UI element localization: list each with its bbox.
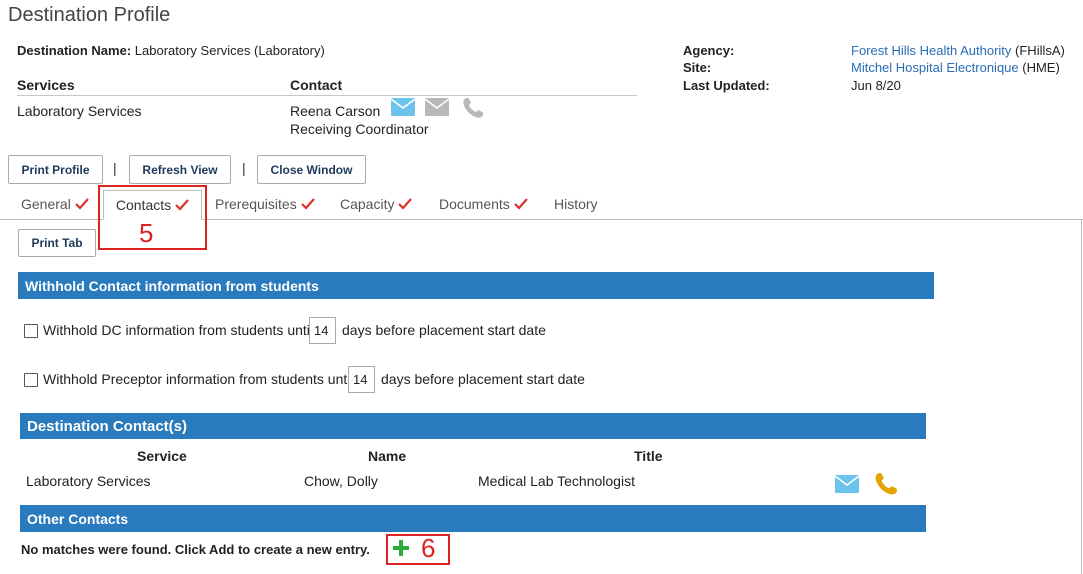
- tab-label: Capacity: [340, 196, 395, 212]
- tab-history[interactable]: History: [554, 196, 598, 212]
- table-row: Laboratory Services Chow, Dolly Medical …: [20, 466, 926, 500]
- site-link[interactable]: Mitchel Hospital Electronique: [851, 60, 1019, 75]
- site-code: (HME): [1022, 60, 1060, 75]
- withhold-dc-checkbox[interactable]: [24, 324, 38, 338]
- no-matches-message: No matches were found. Click Add to crea…: [21, 542, 370, 557]
- page-title: Destination Profile: [8, 4, 171, 26]
- withhold-section-header: Withhold Contact information from studen…: [18, 272, 934, 299]
- annotation-label-5: 5: [139, 218, 154, 248]
- print-profile-button[interactable]: Print Profile: [8, 155, 103, 184]
- tab-label: Contacts: [115, 197, 172, 213]
- destination-name-value: Laboratory Services (Laboratory): [134, 43, 325, 58]
- envelope-icon[interactable]: [391, 98, 415, 116]
- withhold-dc-days-input[interactable]: 14: [309, 317, 336, 344]
- toolbar-separator: |: [113, 160, 117, 176]
- row-title: Medical Lab Technologist: [478, 473, 635, 489]
- phone-icon[interactable]: [873, 471, 899, 497]
- contact-name: Reena Carson: [290, 103, 381, 119]
- checkmark-icon: [300, 198, 315, 210]
- site-row: Mitchel Hospital Electronique (HME): [851, 60, 1060, 75]
- destination-name-label: Destination Name: [17, 43, 127, 58]
- tab-label: General: [21, 196, 71, 212]
- tab-label: History: [554, 196, 598, 212]
- checkmark-icon: [514, 198, 528, 210]
- refresh-view-button[interactable]: Refresh View: [129, 155, 231, 184]
- agency-row: Forest Hills Health Authority (FHillsA): [851, 43, 1065, 58]
- print-tab-button[interactable]: Print Tab: [18, 229, 96, 257]
- envelope-icon: [425, 98, 449, 116]
- withhold-preceptor-label: Withhold Preceptor information from stud…: [43, 371, 354, 387]
- tab-label: Documents: [439, 196, 510, 212]
- row-name: Chow, Dolly: [304, 473, 378, 489]
- plus-icon[interactable]: [392, 539, 410, 557]
- agency-label: Agency:: [683, 43, 735, 58]
- tab-general[interactable]: General: [21, 196, 89, 212]
- contact-title: Receiving Coordinator: [290, 121, 429, 137]
- close-window-button[interactable]: Close Window: [257, 155, 366, 184]
- phone-icon: [463, 98, 483, 118]
- withhold-preceptor-suffix: days before placement start date: [381, 371, 585, 387]
- row-service: Laboratory Services: [26, 473, 151, 489]
- tab-capacity[interactable]: Capacity: [340, 196, 413, 212]
- withhold-dc-label: Withhold DC information from students un…: [43, 322, 313, 338]
- tab-contacts[interactable]: Contacts: [103, 190, 202, 220]
- toolbar-separator: |: [242, 160, 246, 176]
- destination-name-row: Destination Name: Laboratory Services (L…: [17, 43, 325, 58]
- column-header-name: Name: [368, 448, 407, 464]
- withhold-preceptor-days-input[interactable]: 14: [348, 366, 375, 393]
- destination-name-colon: :: [126, 43, 132, 58]
- services-header: Services: [17, 77, 75, 93]
- site-label: Site:: [683, 60, 712, 75]
- agency-code: (FHillsA): [1015, 43, 1065, 58]
- panel-border: [1081, 219, 1082, 574]
- tab-documents[interactable]: Documents: [439, 196, 528, 212]
- last-updated-label: Last Updated:: [683, 78, 770, 93]
- checkmark-icon: [175, 199, 189, 211]
- other-contacts-header: Other Contacts: [20, 505, 926, 532]
- tab-prerequisites[interactable]: Prerequisites: [215, 196, 315, 212]
- contact-header: Contact: [290, 77, 343, 93]
- tab-label: Prerequisites: [215, 196, 297, 212]
- envelope-icon[interactable]: [835, 475, 859, 493]
- service-value: Laboratory Services: [17, 103, 142, 119]
- checkmark-icon: [75, 198, 89, 210]
- withhold-preceptor-checkbox[interactable]: [24, 373, 38, 387]
- agency-link[interactable]: Forest Hills Health Authority: [851, 43, 1011, 58]
- column-header-title: Title: [634, 448, 663, 464]
- checkmark-icon: [398, 198, 413, 210]
- last-updated-value: Jun 8/20: [851, 78, 901, 93]
- withhold-dc-suffix: days before placement start date: [342, 322, 546, 338]
- annotation-label-6: 6: [421, 533, 436, 563]
- column-header-service: Service: [137, 448, 187, 464]
- destination-contacts-header: Destination Contact(s): [20, 413, 926, 439]
- header-divider: [17, 95, 637, 96]
